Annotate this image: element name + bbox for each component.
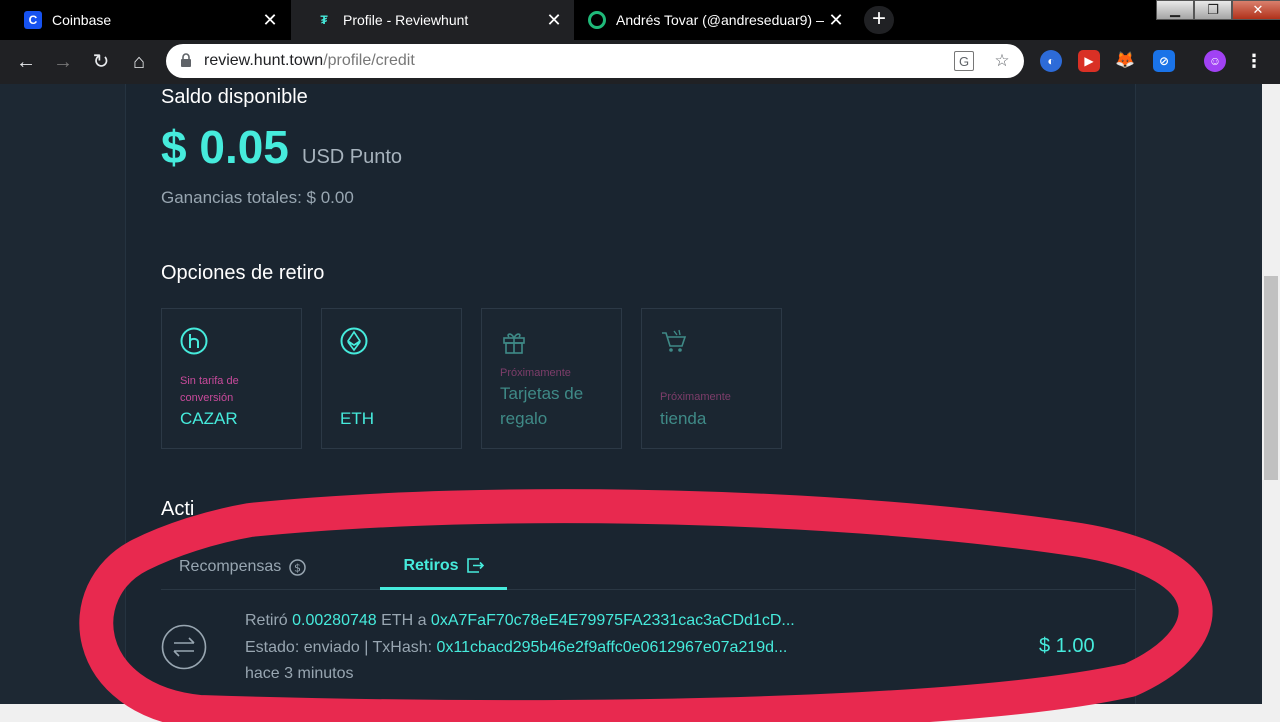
status-line: Estado: enviado | TxHash: 0x11cbacd295b4… — [245, 639, 787, 657]
total-earnings: Ganancias totales: $ 0.00 — [161, 188, 354, 207]
activity-tabs: Recompensas $ Retiros — [161, 544, 1136, 590]
close-window-icon[interactable]: ✕ — [1232, 0, 1280, 20]
gift-icon — [503, 333, 525, 354]
option-label: tienda — [660, 409, 707, 428]
eth-unit: ETH a — [381, 612, 427, 629]
balance-unit: USD Punto — [302, 146, 403, 168]
option-store: Próximamente tienda — [641, 308, 782, 449]
activity-heading: Acti — [161, 498, 195, 520]
eth-amount: 0.00280748 — [292, 612, 377, 629]
svg-text:$: $ — [294, 561, 301, 574]
option-note: Próximamente — [500, 367, 571, 379]
balance-heading: Saldo disponible — [161, 86, 308, 108]
tab-rewards[interactable]: Recompensas $ — [179, 544, 307, 590]
option-label: CAZAR — [180, 409, 238, 428]
horizontal-scrollbar[interactable] — [0, 704, 1280, 722]
dollar-circle-icon: $ — [289, 558, 307, 576]
close-tab-icon[interactable]: ✕ — [542, 10, 566, 31]
option-label: Tarjetas de regalo — [500, 384, 584, 428]
tab-label: Retiros — [403, 556, 459, 574]
extension-firefox-icon[interactable]: ◐ — [1040, 50, 1062, 72]
forward-icon[interactable]: → — [51, 50, 75, 74]
minimize-icon[interactable]: ▁ — [1156, 0, 1194, 20]
option-gift-cards: Próximamente Tarjetas de regalo — [481, 308, 622, 449]
txhash-link[interactable]: 0x11cbacd295b46e2f9affc0e0612967e07a219d… — [437, 639, 788, 656]
address-bar[interactable]: review.hunt.town/profile/credit G ☆ — [166, 44, 1024, 78]
tab-title: Coinbase — [52, 12, 112, 28]
transfer-arrows-icon — [161, 624, 207, 670]
option-label: ETH — [340, 409, 374, 428]
home-icon[interactable]: ⌂ — [127, 50, 151, 74]
reload-icon[interactable]: ↻ — [89, 50, 113, 74]
option-note: Próximamente — [660, 391, 731, 403]
new-tab-button[interactable]: + — [864, 6, 894, 34]
withdraw-options-heading: Opciones de retiro — [161, 262, 325, 284]
exit-arrow-icon — [466, 558, 484, 573]
option-note: Sin tarifa de conversión — [180, 375, 239, 404]
bookmark-star-icon[interactable]: ☆ — [992, 51, 1012, 71]
extension-metamask-icon[interactable]: 🦊 — [1114, 50, 1136, 72]
status-text: Estado: enviado | TxHash: — [245, 639, 433, 656]
maximize-icon[interactable]: ❐ — [1194, 0, 1232, 20]
balance-amount: $ 0.05 — [161, 121, 289, 173]
vertical-scrollbar[interactable] — [1262, 84, 1280, 704]
url-host: review.hunt.town — [204, 52, 324, 69]
cart-icon — [662, 329, 687, 352]
recipient-address-link[interactable]: 0xA7FaF70c78eE4E79975FA2331cac3aCDd1cD..… — [431, 612, 795, 629]
back-icon[interactable]: ← — [14, 50, 38, 74]
coinbase-favicon-icon: C — [24, 11, 42, 29]
profile-avatar[interactable]: ☺ — [1204, 50, 1226, 72]
reviewhunt-favicon-icon: ₮ — [320, 13, 328, 27]
withdraw-line: Retiró 0.00280748 ETH a 0xA7FaF70c78eE4E… — [245, 612, 795, 630]
ethereum-icon — [340, 327, 368, 355]
window-controls: ▁ ❐ ✕ — [1156, 0, 1280, 22]
tab-title: Profile - Reviewhunt — [343, 12, 469, 28]
scrollbar-thumb[interactable] — [1264, 276, 1278, 480]
option-eth[interactable]: ETH — [321, 308, 462, 449]
option-hunt[interactable]: Sin tarifa de conversión CAZAR — [161, 308, 302, 449]
tab-withdrawals[interactable]: Retiros — [380, 544, 507, 590]
hunt-icon — [180, 327, 208, 355]
browser-tab-bar: C Coinbase ✕ ₮ Profile - Reviewhunt ✕ An… — [0, 0, 1280, 40]
tab-coinbase[interactable]: C Coinbase ✕ — [0, 0, 290, 40]
withdraw-prefix: Retiró — [245, 612, 288, 629]
menu-kebab-icon[interactable]: ⋮ — [1243, 50, 1265, 72]
tab-title: Andrés Tovar (@andreseduar9) — — [616, 12, 824, 28]
withdraw-usd-amount: $ 1.00 — [1039, 635, 1095, 657]
page-viewport: Saldo disponible $ 0.05 USD Punto Gananc… — [0, 84, 1262, 704]
tab-steemit[interactable]: Andrés Tovar (@andreseduar9) — ✕ — [574, 0, 856, 40]
tab-reviewhunt[interactable]: ₮ Profile - Reviewhunt ✕ — [291, 0, 574, 40]
translate-icon[interactable]: G — [954, 51, 974, 71]
extension-red-icon[interactable]: ▶ — [1078, 50, 1100, 72]
tab-label: Recompensas — [179, 558, 282, 575]
time-ago: hace 3 minutos — [245, 665, 354, 682]
extension-blue-icon[interactable]: ⊘ — [1153, 50, 1175, 72]
close-tab-icon[interactable]: ✕ — [258, 10, 282, 31]
steemit-favicon-icon — [588, 11, 606, 29]
lock-icon — [181, 53, 191, 67]
url-text: review.hunt.town/profile/credit — [204, 52, 415, 70]
close-tab-icon[interactable]: ✕ — [824, 10, 848, 31]
url-path: /profile/credit — [323, 52, 415, 69]
